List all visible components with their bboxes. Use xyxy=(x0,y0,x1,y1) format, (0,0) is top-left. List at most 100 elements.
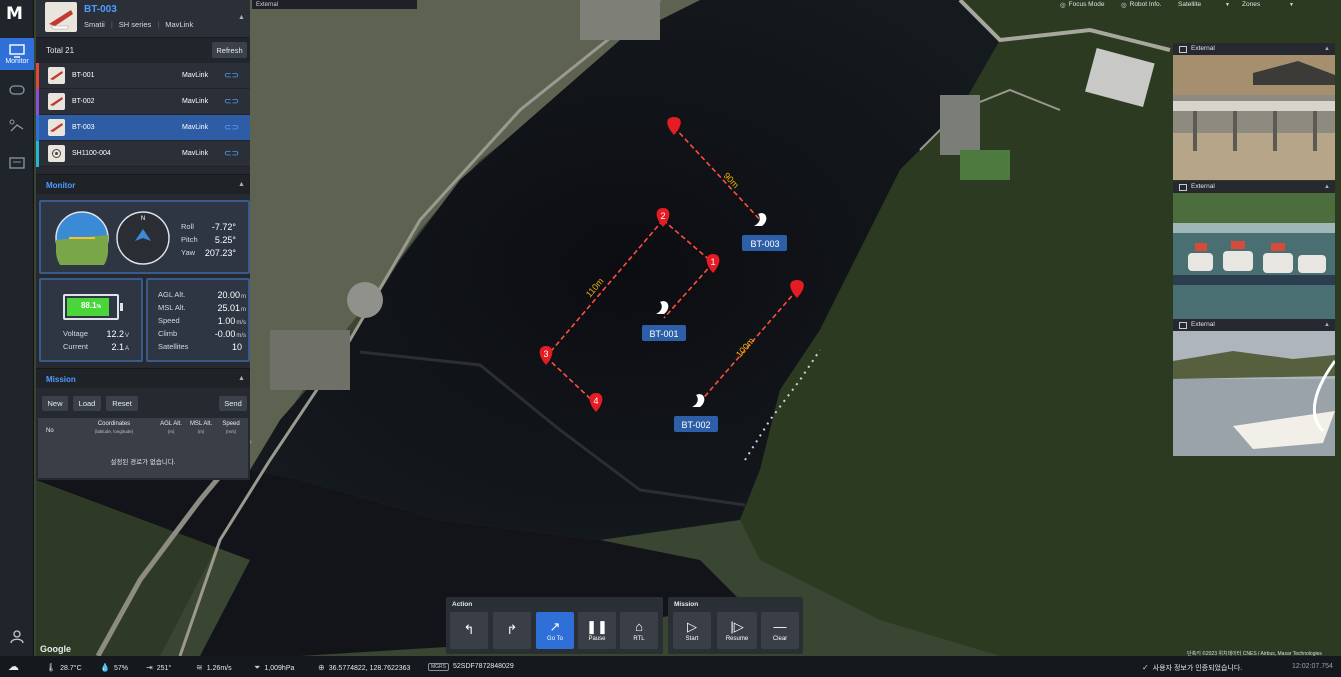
rail-item-label: Monitor xyxy=(5,57,29,65)
link-icon[interactable]: ⊂⊃ xyxy=(224,148,239,159)
col-msl: MSL Alt. (m) xyxy=(189,421,213,434)
roll-readout: Roll -7.72° xyxy=(181,222,236,232)
device-color-stripe xyxy=(36,141,39,167)
robot-info-toggle[interactable]: ◎ Robot Info. xyxy=(1121,0,1161,9)
chevron-up-icon[interactable]: ▲ xyxy=(238,14,245,21)
rail-item-route[interactable] xyxy=(0,110,34,142)
svg-text:1: 1 xyxy=(710,257,715,267)
selected-device-header[interactable]: BT-003 Smatii | SH series | MavLink ▲ xyxy=(36,0,250,38)
section-title: Mission xyxy=(46,375,76,384)
pressure-readout: ⏷ 1,009hPa xyxy=(254,663,295,672)
compass-icon: N xyxy=(116,211,170,265)
device-row-protocol: MavLink xyxy=(182,150,209,157)
svg-text:N: N xyxy=(141,216,145,222)
wind-speed-readout: ≋ 1.26m/s xyxy=(196,663,232,672)
monitor-section-header[interactable]: Monitor ▲ xyxy=(36,174,250,194)
chevron-up-icon[interactable]: ▲ xyxy=(1324,319,1330,331)
external-tab[interactable]: External xyxy=(252,0,417,9)
agl-readout: AGL Alt. 20.00m xyxy=(158,290,246,300)
vehicle-label: BT-001 xyxy=(649,329,678,339)
zones-select[interactable]: Zones ▼ xyxy=(1242,0,1294,9)
turn-right-icon: ↱ xyxy=(506,621,518,637)
svg-text:2: 2 xyxy=(660,211,665,221)
rail-item-control[interactable] xyxy=(0,74,34,106)
action-bar: Action ↰ ↱ ↗ Go To ❚❚ Pause ⌂ RTL xyxy=(446,597,663,654)
map-type-select[interactable]: Satellite ▼ xyxy=(1178,0,1230,9)
send-mission-button[interactable]: Send xyxy=(219,396,247,411)
map-type-label: Satellite xyxy=(1178,1,1202,8)
rail-item-monitor[interactable]: Monitor xyxy=(0,38,34,70)
yaw-value: 207.23° xyxy=(204,248,236,258)
chevron-up-icon[interactable]: ▲ xyxy=(238,375,245,382)
chevron-up-icon[interactable]: ▲ xyxy=(238,181,245,188)
device-meta: Smatii | SH series | MavLink xyxy=(84,20,194,29)
device-row-protocol: MavLink xyxy=(182,124,209,131)
svg-text:3: 3 xyxy=(543,349,548,359)
camera-feed-image xyxy=(1173,331,1335,456)
thermometer-icon: 🌡 xyxy=(46,663,57,672)
device-protocol: MavLink xyxy=(165,20,194,29)
turn-right-button[interactable]: ↱ xyxy=(493,612,531,649)
device-color-stripe xyxy=(36,89,39,115)
boat-thumbnail xyxy=(45,2,77,32)
reset-mission-button[interactable]: Reset xyxy=(106,396,138,411)
camera-header: External ▲ xyxy=(1173,319,1335,331)
device-row-bt002[interactable]: BT-002 MavLink ⊂⊃ xyxy=(36,89,250,115)
yaw-label: Yaw xyxy=(181,248,196,257)
device-row-sh1100-004[interactable]: SH1100-004 MavLink ⊂⊃ xyxy=(36,141,250,167)
refresh-button[interactable]: Refresh xyxy=(212,42,247,58)
pitch-readout: Pitch 5.25° xyxy=(181,235,236,245)
boat-icon xyxy=(48,93,65,110)
pressure-icon: ⏷ xyxy=(254,663,261,672)
device-color-stripe xyxy=(36,115,39,141)
chevron-down-icon: ▼ xyxy=(1225,1,1230,8)
link-icon[interactable]: ⊂⊃ xyxy=(224,96,239,107)
mission-bar: Mission ▷ Start |▷ Resume — Clear xyxy=(668,597,803,654)
device-row-bt003[interactable]: BT-003 MavLink ⊂⊃ xyxy=(36,115,250,141)
droplet-icon: 💧 xyxy=(100,663,110,672)
start-button[interactable]: ▷ Start xyxy=(673,612,711,649)
camera-header: External ▲ xyxy=(1173,43,1335,55)
status-message: ✓ 사용자 정보가 인증되었습니다. xyxy=(1142,663,1243,672)
section-title: Monitor xyxy=(46,181,76,190)
rtl-button[interactable]: ⌂ RTL xyxy=(620,612,658,649)
chevron-up-icon[interactable]: ▲ xyxy=(1324,43,1330,55)
zones-label: Zones xyxy=(1242,1,1261,8)
turn-left-icon: ↰ xyxy=(463,621,475,637)
rail-item-console[interactable] xyxy=(0,148,34,180)
clock-readout: 12:02:07.754 xyxy=(1292,663,1333,670)
device-series: SH series xyxy=(118,20,152,29)
clear-button[interactable]: — Clear xyxy=(761,612,799,649)
rail-item-user[interactable] xyxy=(0,620,34,652)
play-icon: ▷ xyxy=(687,618,697,634)
device-list-toolbar: Total 21 Refresh xyxy=(36,38,250,63)
device-row-bt001[interactable]: BT-001 MavLink ⊂⊃ xyxy=(36,63,250,89)
telemetry-card: AGL Alt. 20.00m MSL Alt. 25.01m Speed 1.… xyxy=(146,278,250,362)
msl-readout: MSL Alt. 25.01m xyxy=(158,303,246,313)
external-tab-label: External xyxy=(256,1,279,8)
wind-direction-readout: ⇥ 251° xyxy=(146,663,172,672)
link-icon[interactable]: ⊂⊃ xyxy=(224,70,239,81)
resume-button[interactable]: |▷ Resume xyxy=(717,612,757,649)
turn-left-button[interactable]: ↰ xyxy=(450,612,488,649)
camera-header: External ▲ xyxy=(1173,181,1335,193)
external-camera-3[interactable]: External ▲ xyxy=(1173,319,1335,456)
device-row-protocol: MavLink xyxy=(182,72,209,79)
chevron-up-icon[interactable]: ▲ xyxy=(1324,181,1330,193)
goto-button[interactable]: ↗ Go To xyxy=(536,612,574,649)
roll-label: Roll xyxy=(181,222,194,231)
mission-section-header[interactable]: Mission ▲ xyxy=(36,368,250,388)
external-camera-1[interactable]: External ▲ xyxy=(1173,43,1335,180)
new-mission-button[interactable]: New xyxy=(42,396,68,411)
chevron-down-icon: ▼ xyxy=(1289,1,1294,8)
link-icon[interactable]: ⊂⊃ xyxy=(224,122,239,133)
power-card: 88.1% Voltage 12.2V Current 2.1A xyxy=(39,278,143,362)
device-name: BT-003 xyxy=(84,4,117,15)
focus-mode-toggle[interactable]: ◎ Focus Mode xyxy=(1060,0,1104,9)
crosshair-icon: ⊕ xyxy=(318,663,325,672)
external-camera-2[interactable]: External ▲ xyxy=(1173,181,1335,319)
svg-text:4: 4 xyxy=(593,396,598,406)
pause-button[interactable]: ❚❚ Pause xyxy=(578,612,616,649)
load-mission-button[interactable]: Load xyxy=(73,396,101,411)
user-icon xyxy=(10,630,24,643)
